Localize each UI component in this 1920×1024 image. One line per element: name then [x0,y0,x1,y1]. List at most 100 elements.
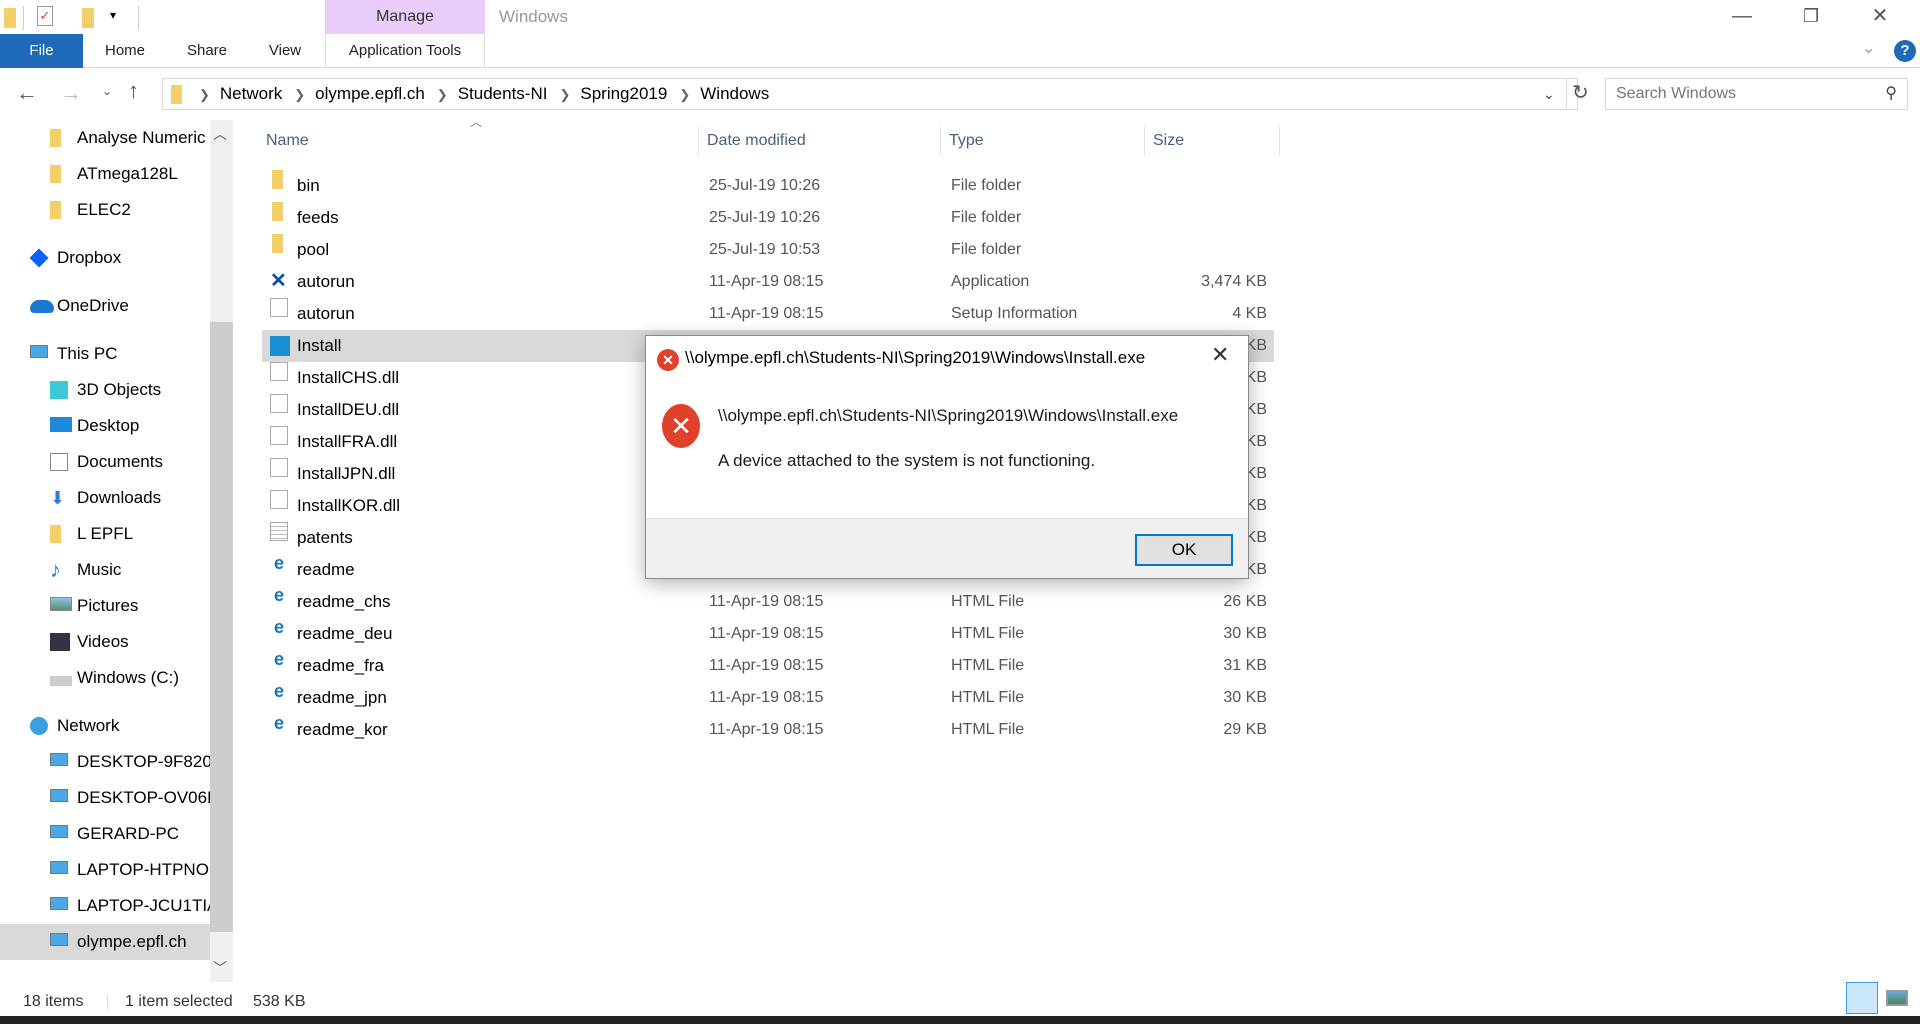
sidebar-item[interactable]: DESKTOP-9F820 [0,744,210,780]
restore-button[interactable]: ❐ [1788,0,1834,34]
column-header-date[interactable]: Date modified [699,126,941,156]
folder-icon [272,170,283,189]
sidebar-item[interactable]: This PC [0,336,210,372]
file-name: InstallCHS.dll [297,368,400,387]
sidebar-item[interactable]: ATmega128L [0,156,210,192]
sidebar-item[interactable]: Dropbox [0,240,210,276]
search-input[interactable]: Search Windows ⚲ [1605,78,1908,110]
file-row[interactable]: feeds 25-Jul-19 10:26 File folder [262,202,1274,234]
column-header-name[interactable]: Name [258,126,699,156]
file-row[interactable]: bin 25-Jul-19 10:26 File folder [262,170,1274,202]
forward-button[interactable]: → [60,80,82,106]
file-row[interactable]: pool 25-Jul-19 10:53 File folder [262,234,1274,266]
html-file-icon: e [273,617,284,637]
sidebar-item[interactable]: Network [0,708,210,744]
tab-view[interactable]: View [255,34,315,68]
chevron-right-icon[interactable]: ❯ [199,87,210,102]
file-name: readme_kor [297,720,388,739]
error-icon: ✕ [662,404,700,448]
refresh-button[interactable]: ↻ [1572,80,1589,105]
scrollbar-thumb[interactable] [210,322,233,932]
sidebar-item[interactable]: OneDrive [0,288,210,324]
computer-icon [50,789,68,802]
new-folder-icon[interactable] [82,8,94,28]
chevron-right-icon[interactable]: ❯ [559,87,570,102]
file-row[interactable]: e readme_chs 11-Apr-19 08:15 HTML File 26 KB [262,586,1274,618]
scroll-down-icon[interactable]: ﹀ [213,958,227,978]
close-button[interactable]: ✕ [1857,0,1903,34]
title-bar: ✓ ▾ Manage Windows — ❐ ✕ [0,0,1920,34]
file-date: 11-Apr-19 08:15 [709,657,824,674]
column-header-size[interactable]: Size [1145,126,1280,156]
dialog-footer: OK [646,518,1248,578]
expand-ribbon-icon[interactable]: ⌄ [1862,38,1875,58]
properties-icon[interactable]: ✓ [37,6,53,26]
file-name: pool [297,240,330,259]
sidebar-item[interactable]: 3D Objects [0,372,210,408]
divider [23,6,24,30]
file-row[interactable]: e readme_kor 11-Apr-19 08:15 HTML File 29 KB [262,714,1274,746]
computer-icon [50,753,68,766]
minimize-button[interactable]: — [1719,0,1765,34]
up-button[interactable]: ↑ [128,78,139,104]
details-view-button[interactable] [1846,982,1878,1014]
desktop-icon [50,417,72,432]
sidebar-item[interactable]: Documents [0,444,210,480]
help-icon[interactable]: ? [1894,40,1916,62]
sidebar-item[interactable]: ⬇ Downloads [0,480,210,516]
file-date: 11-Apr-19 08:15 [709,721,824,738]
tab-file[interactable]: File [0,34,83,68]
html-file-icon: e [273,649,284,669]
tab-home[interactable]: Home [92,34,158,68]
dialog-close-button[interactable]: ✕ [1211,342,1229,368]
scroll-up-icon[interactable]: ︿ [213,124,227,144]
sidebar-item[interactable]: ♪ Music [0,552,210,588]
computer-icon [50,933,68,946]
sidebar-item[interactable]: Analyse Numeric [0,120,210,156]
error-dialog: ✕ \\olympe.epfl.ch\Students-NI\Spring201… [645,335,1249,579]
file-row[interactable]: e readme_deu 11-Apr-19 08:15 HTML File 30 KB [262,618,1274,650]
tab-share[interactable]: Share [175,34,239,68]
sidebar-item[interactable]: olympe.epfl.ch [0,924,210,960]
sidebar-item[interactable]: ELEC2 [0,192,210,228]
chevron-right-icon[interactable]: ❯ [294,87,305,102]
taskbar [0,1016,1920,1024]
ok-button[interactable]: OK [1135,534,1233,566]
dll-icon [270,458,288,477]
tab-application-tools[interactable]: Application Tools [325,34,485,68]
breadcrumb-item[interactable]: Network [220,79,282,109]
dialog-message: A device attached to the system is not f… [718,451,1096,470]
address-bar[interactable]: ❯ Network ❯ olympe.epfl.ch ❯ Students-NI ❯ Spri… [162,78,1578,110]
recent-locations-icon[interactable]: ⌄ [102,84,112,98]
sidebar-item[interactable]: DESKTOP-OV06E [0,780,210,816]
sidebar-item-label: LAPTOP-JCU1TIA [77,896,210,915]
sidebar-item[interactable]: GERARD-PC [0,816,210,852]
breadcrumb-item[interactable]: Spring2019 [580,79,667,109]
sidebar-item[interactable]: LAPTOP-JCU1TIA [0,888,210,924]
file-type: File folder [951,209,1022,226]
back-button[interactable]: ← [16,80,38,106]
file-date: 11-Apr-19 08:15 [709,625,824,642]
address-dropdown-icon[interactable]: ⌄ [1543,79,1555,109]
customize-toolbar-icon[interactable]: ▾ [110,8,116,22]
sidebar-item[interactable]: LAPTOP-HTPNO [0,852,210,888]
file-row[interactable]: e readme_jpn 11-Apr-19 08:15 HTML File 30 KB [262,682,1274,714]
file-row[interactable]: ✕ autorun 11-Apr-19 08:15 Application 3,474 … [262,266,1274,298]
breadcrumb-item[interactable]: Students-NI [458,79,548,109]
sidebar-item[interactable]: Desktop [0,408,210,444]
file-size: 26 KB [1223,593,1267,610]
sidebar-item[interactable]: Videos [0,624,210,660]
sidebar-item[interactable]: Windows (C:) [0,660,210,696]
sidebar-item[interactable]: L EPFL [0,516,210,552]
chevron-right-icon[interactable]: ❯ [679,87,690,102]
breadcrumb-item[interactable]: Windows [700,79,769,109]
breadcrumb-item[interactable]: olympe.epfl.ch [315,79,425,109]
chevron-right-icon[interactable]: ❯ [437,87,448,102]
file-row[interactable]: autorun 11-Apr-19 08:15 Setup Information 4… [262,298,1274,330]
file-name: readme_deu [297,624,393,643]
file-row[interactable]: e readme_fra 11-Apr-19 08:15 HTML File 31 KB [262,650,1274,682]
ni-install-icon [270,336,290,356]
sidebar-item[interactable]: Pictures [0,588,210,624]
column-header-type[interactable]: Type [941,126,1145,156]
large-icons-view-button[interactable] [1886,990,1908,1006]
